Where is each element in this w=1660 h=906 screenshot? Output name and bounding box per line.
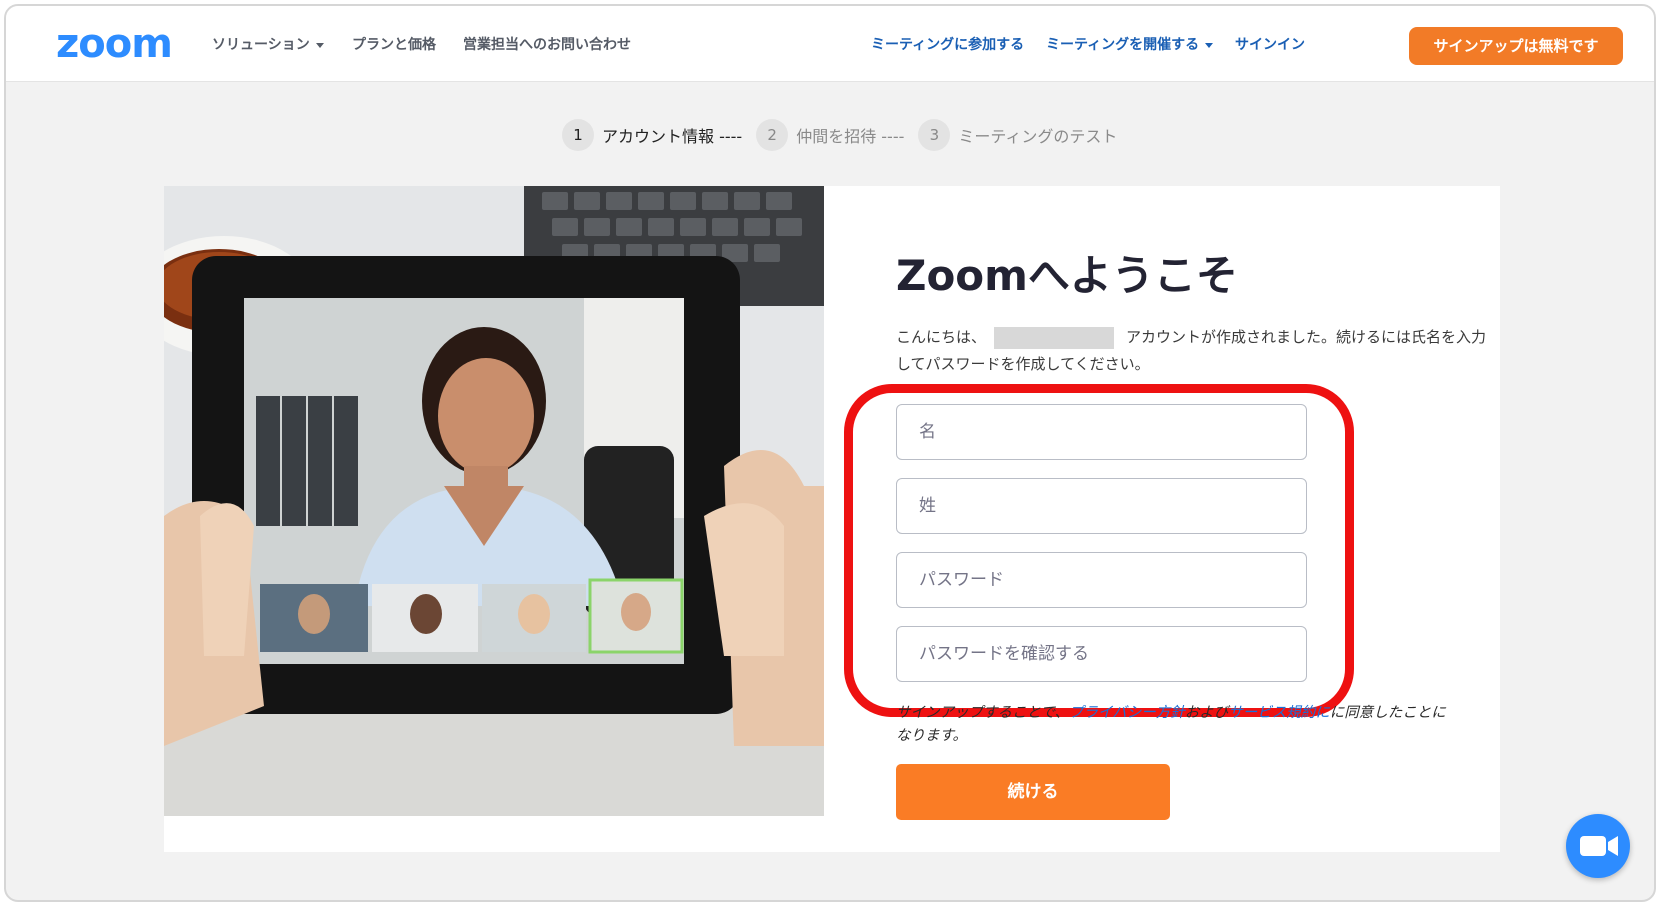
step-number: 3 xyxy=(918,119,951,151)
zoom-logo[interactable]: zoom xyxy=(56,24,173,64)
password-input[interactable] xyxy=(897,553,1306,607)
terms-of-service-link[interactable]: サービス規約に xyxy=(1228,705,1330,721)
step-invite-colleagues: 2 仲間を招待 ---- xyxy=(756,119,904,151)
step-test-meeting: 3 ミーティングのテスト xyxy=(918,119,1117,151)
terms-middle: および xyxy=(1184,705,1229,721)
chevron-down-icon xyxy=(315,42,324,48)
step-label: アカウント情報 ---- xyxy=(602,127,743,146)
redacted-email xyxy=(994,326,1115,349)
signup-free-button[interactable]: サインアップは無料です xyxy=(1409,27,1623,65)
signup-stepper: 1 アカウント情報 ---- 2 仲間を招待 ---- 3 ミーティングのテスト xyxy=(562,119,1131,151)
last-name-field[interactable] xyxy=(896,478,1307,534)
nav-join-meeting[interactable]: ミーティングに参加する xyxy=(871,36,1024,54)
continue-button[interactable]: 続ける xyxy=(896,764,1170,820)
intro-greeting: こんにちは、 xyxy=(896,328,987,346)
nav-join-label: ミーティングに参加する xyxy=(871,37,1025,53)
video-camera-icon xyxy=(1580,836,1618,856)
nav-plans-pricing[interactable]: プランと価格 xyxy=(352,36,436,54)
nav-host-label: ミーティングを開催する xyxy=(1046,37,1200,53)
nav-plans-label: プランと価格 xyxy=(352,37,436,53)
confirm-password-field[interactable] xyxy=(896,626,1307,682)
step-label: ミーティングのテスト xyxy=(958,127,1118,146)
step-account-info: 1 アカウント情報 ---- xyxy=(562,119,742,151)
first-name-input[interactable] xyxy=(897,405,1306,459)
browser-frame: zoom ソリューション プランと価格 営業担当へのお問い合わせ ミーティングに… xyxy=(4,4,1656,902)
intro-text: こんにちは、 アカウントが作成されました。続けるには氏名を入力してパスワードを作成… xyxy=(896,324,1496,378)
chevron-down-icon xyxy=(1205,42,1214,48)
nav-sign-in[interactable]: サインイン xyxy=(1235,36,1305,54)
nav-contact-label: 営業担当へのお問い合わせ xyxy=(463,37,631,53)
signup-form-panel: Zoomへようこそ こんにちは、 アカウントが作成されました。続けるには氏名を入力… xyxy=(844,186,1500,852)
step-number: 2 xyxy=(756,119,789,151)
confirm-password-input[interactable] xyxy=(897,627,1306,681)
video-chat-button[interactable] xyxy=(1566,814,1630,878)
top-navigation: zoom ソリューション プランと価格 営業担当へのお問い合わせ ミーティングに… xyxy=(6,6,1654,82)
video-meeting-illustration xyxy=(164,186,824,816)
last-name-input[interactable] xyxy=(897,479,1306,533)
terms-notice: サインアップすることで、プライバシー方針およびサービス規約にに同意したことになり… xyxy=(896,702,1456,748)
step-label: 仲間を招待 ---- xyxy=(796,127,905,146)
nav-solutions-label: ソリューション xyxy=(212,37,310,53)
page-title: Zoomへようこそ xyxy=(896,251,1238,300)
password-field[interactable] xyxy=(896,552,1307,608)
privacy-policy-link[interactable]: プライバシー方針 xyxy=(1069,705,1185,721)
nav-contact-sales[interactable]: 営業担当へのお問い合わせ xyxy=(463,36,631,54)
signup-card: Zoomへようこそ こんにちは、 アカウントが作成されました。続けるには氏名を入力… xyxy=(164,186,1500,852)
step-number: 1 xyxy=(562,119,594,151)
nav-signin-label: サインイン xyxy=(1235,37,1305,53)
tablet-video-call-image xyxy=(164,186,824,816)
nav-solutions[interactable]: ソリューション xyxy=(212,36,324,54)
nav-host-meeting[interactable]: ミーティングを開催する xyxy=(1046,36,1214,54)
first-name-field[interactable] xyxy=(896,404,1307,460)
terms-prefix: サインアップすることで、 xyxy=(896,705,1069,721)
